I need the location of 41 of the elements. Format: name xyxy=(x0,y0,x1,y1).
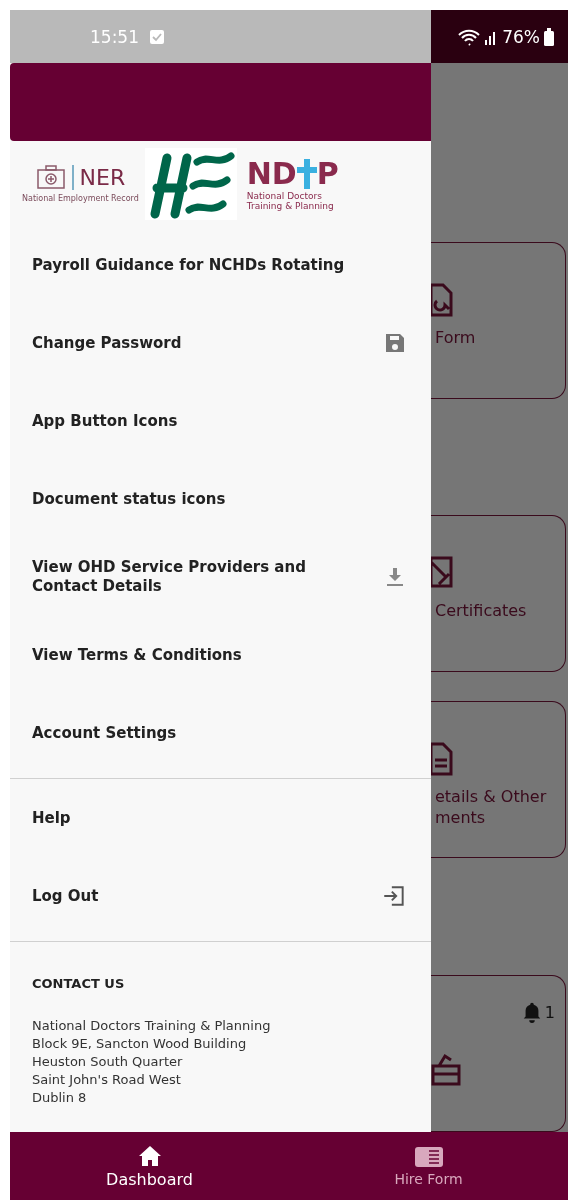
ndtp-logo-text: P xyxy=(316,156,339,191)
ndtp-logo-subtitle: National Doctors Training & Planning xyxy=(246,191,335,211)
address-line: Saint John's Road West xyxy=(32,1071,182,1089)
battery-icon xyxy=(544,27,554,46)
menu-item[interactable]: Log Out xyxy=(10,857,431,935)
address-line: Heuston South Quarter xyxy=(32,1053,184,1071)
nav-tab[interactable]: Hire Form xyxy=(289,1132,568,1200)
save-icon xyxy=(383,331,407,355)
picture-icon xyxy=(431,556,453,590)
document-icon xyxy=(431,742,453,776)
card-label: etails & Other xyxy=(434,786,548,807)
menu-item[interactable]: Payroll Guidance for NCHDs Rotating xyxy=(10,226,431,304)
menu-item[interactable]: Change Password xyxy=(10,304,431,382)
contact-heading: CONTACT US xyxy=(32,976,126,991)
menu-item[interactable]: Account Settings xyxy=(10,694,431,772)
wallet-icon xyxy=(431,1052,461,1086)
battery-percentage: 76% xyxy=(502,26,540,47)
checkbox-icon xyxy=(149,28,165,45)
plus-icon xyxy=(296,156,317,191)
exit-icon xyxy=(381,883,407,909)
address-line: National Doctors Training & Planning xyxy=(32,1017,272,1035)
ner-logo-text: NER xyxy=(71,164,126,190)
briefcase-icon xyxy=(35,164,66,190)
ner-logo-subtitle: National Employment Record xyxy=(22,194,139,203)
ndtp-logo-text: ND xyxy=(246,156,297,191)
address-line: Block 9E, Sancton Wood Building xyxy=(32,1035,248,1053)
nav-tab[interactable]: Dashboard xyxy=(10,1132,289,1200)
wifi-icon xyxy=(458,27,481,46)
search-document-icon xyxy=(431,283,453,317)
menu-item[interactable]: View OHD Service Providers and Contact Details xyxy=(10,538,431,616)
form-icon xyxy=(413,1145,444,1169)
menu-item[interactable]: Help xyxy=(10,779,431,857)
card-label: Form xyxy=(434,327,477,348)
menu-item[interactable]: Document status icons xyxy=(10,460,431,538)
card-label: ments xyxy=(434,807,487,828)
card-label: Certificates xyxy=(434,600,528,621)
menu-item[interactable]: App Button Icons xyxy=(10,382,431,460)
menu-item[interactable]: View Terms & Conditions xyxy=(10,616,431,694)
address-line: Dublin 8 xyxy=(32,1089,88,1107)
notification-count: 1 xyxy=(544,1002,555,1022)
status-time: 15:51 xyxy=(90,26,139,47)
